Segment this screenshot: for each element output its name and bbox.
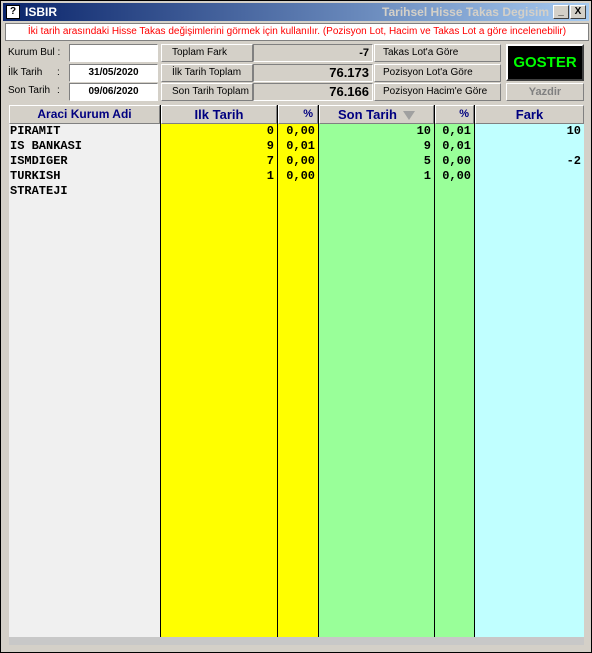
main-window: ? ISBIR Tarihsel Hisse Takas Degisim _ X… — [0, 0, 592, 653]
info-text: İki tarih arasındaki Hisse Takas değişim… — [5, 23, 589, 41]
pozisyon-lot-button[interactable]: Pozisyon Lot'a Göre — [374, 64, 501, 82]
cell-son-pct[interactable]: 0,00 — [435, 154, 474, 169]
cell-fark[interactable] — [475, 184, 584, 199]
ilk-tarih-label: İlk Tarih — [8, 67, 43, 78]
close-button[interactable]: X — [570, 5, 586, 19]
title-bar[interactable]: ? ISBIR Tarihsel Hisse Takas Degisim _ X — [3, 3, 589, 21]
cell-fark[interactable]: -2 — [475, 154, 584, 169]
ilk-tarih-colon: : — [57, 67, 60, 78]
cell-son-pct[interactable]: 0,01 — [435, 139, 474, 154]
kurum-bul-input[interactable] — [69, 44, 158, 62]
cell-son-tarih[interactable]: 5 — [319, 154, 434, 169]
cell-fark[interactable]: 10 — [475, 124, 584, 139]
minimize-button[interactable]: _ — [553, 5, 569, 19]
header-son-pct[interactable]: % — [435, 105, 474, 124]
kurum-bul-label: Kurum Bul : — [8, 47, 61, 58]
takas-lot-button[interactable]: Takas Lot'a Göre — [374, 44, 501, 62]
cell-son-pct[interactable]: 0,00 — [435, 169, 474, 184]
son-tarih-label: Son Tarih — [8, 85, 51, 96]
results-grid: Araci Kurum Adi PIRAMIT IS BANKASI ISMDIGE… — [9, 105, 584, 637]
cell-ilk-tarih[interactable]: 0 — [161, 124, 277, 139]
ilk-tarih-toplam-value: 76.173 — [253, 64, 373, 82]
horizontal-scrollbar[interactable] — [9, 637, 584, 645]
col-fark: Fark 10 -2 — [475, 105, 584, 637]
header-ilk-pct[interactable]: % — [278, 105, 318, 124]
son-tarih-toplam-label: Son Tarih Toplam — [161, 83, 253, 101]
cell-son-pct[interactable]: 0,01 — [435, 124, 474, 139]
cell-ilk-pct[interactable]: 0,01 — [278, 139, 318, 154]
col-son-tarih-body: 10 9 5 1 — [319, 124, 434, 637]
header-son-tarih-label: Son Tarih — [338, 107, 397, 122]
sort-desc-icon — [402, 111, 415, 121]
col-ilk-tarih-body: 0971 — [161, 124, 277, 637]
cell-fark[interactable] — [475, 169, 584, 184]
window-subtitle: Tarihsel Hisse Takas Degisim — [382, 5, 549, 19]
window-title: ISBIR — [25, 5, 58, 19]
cell-ilk-tarih[interactable] — [161, 184, 277, 199]
son-tarih-toplam-value: 76.166 — [253, 83, 373, 101]
son-tarih-colon: : — [57, 85, 60, 96]
ilk-tarih-toplam-label: İlk Tarih Toplam — [161, 64, 253, 82]
col-son-tarih: Son Tarih 10 9 5 1 — [319, 105, 435, 637]
header-son-tarih[interactable]: Son Tarih — [319, 105, 434, 124]
header-ilk-tarih[interactable]: Ilk Tarih — [161, 105, 277, 124]
cell-kurum[interactable]: ISMDIGER — [9, 154, 160, 169]
cell-kurum[interactable]: IS BANKASI — [9, 139, 160, 154]
cell-ilk-pct[interactable] — [278, 184, 318, 199]
cell-fark[interactable] — [475, 139, 584, 154]
cell-ilk-tarih[interactable]: 7 — [161, 154, 277, 169]
col-ilk-tarih: Ilk Tarih 0971 — [161, 105, 278, 637]
cell-ilk-tarih[interactable]: 9 — [161, 139, 277, 154]
cell-kurum[interactable]: TURKISH — [9, 169, 160, 184]
cell-ilk-pct[interactable]: 0,00 — [278, 124, 318, 139]
cell-son-pct[interactable] — [435, 184, 474, 199]
ilk-tarih-field[interactable]: 31/05/2020 — [69, 64, 158, 82]
toplam-fark-label: Toplam Fark — [161, 44, 253, 62]
cell-ilk-pct[interactable]: 0,00 — [278, 154, 318, 169]
yazdir-button[interactable]: Yazdir — [506, 83, 584, 101]
cell-son-tarih[interactable]: 9 — [319, 139, 434, 154]
son-tarih-field[interactable]: 09/06/2020 — [69, 83, 158, 101]
cell-kurum[interactable]: PIRAMIT — [9, 124, 160, 139]
header-fark[interactable]: Fark — [475, 105, 584, 124]
help-icon[interactable]: ? — [6, 5, 20, 19]
cell-son-tarih[interactable] — [319, 184, 434, 199]
pozisyon-hacim-button[interactable]: Pozisyon Hacim'e Göre — [374, 83, 501, 101]
col-kurum: Araci Kurum Adi PIRAMIT IS BANKASI ISMDIGE… — [9, 105, 161, 637]
cell-kurum[interactable]: STRATEJI — [9, 184, 160, 199]
cell-ilk-pct[interactable]: 0,00 — [278, 169, 318, 184]
cell-ilk-tarih[interactable]: 1 — [161, 169, 277, 184]
toplam-fark-value: -7 — [253, 44, 373, 62]
col-fark-body: 10 -2 — [475, 124, 584, 637]
header-kurum[interactable]: Araci Kurum Adi — [9, 105, 160, 124]
goster-button[interactable]: GOSTER — [506, 44, 584, 81]
cell-son-tarih[interactable]: 1 — [319, 169, 434, 184]
col-ilk-pct-body: 0,00 0,01 0,00 0,00 — [278, 124, 318, 637]
col-son-pct-body: 0,01 0,01 0,00 0,00 — [435, 124, 474, 637]
cell-son-tarih[interactable]: 10 — [319, 124, 434, 139]
col-kurum-body: PIRAMIT IS BANKASI ISMDIGER TURKISH STRATEJI — [9, 124, 160, 637]
col-son-pct: % 0,01 0,01 0,00 0,00 — [435, 105, 475, 637]
col-ilk-pct: % 0,00 0,01 0,00 0,00 — [278, 105, 319, 637]
